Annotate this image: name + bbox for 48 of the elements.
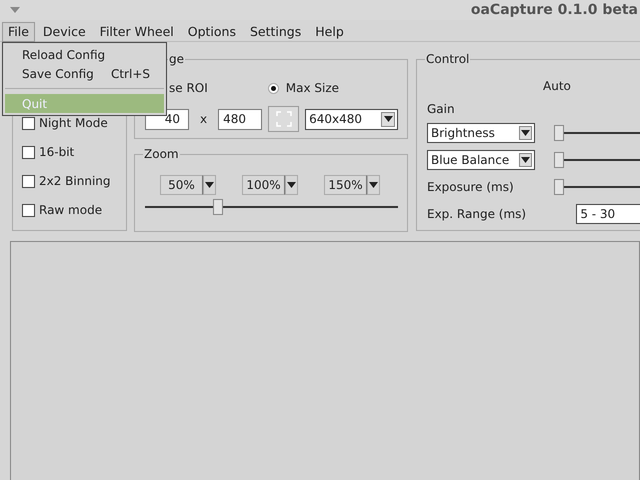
checkbox-label: Raw mode xyxy=(39,202,102,219)
radio-label: se ROI xyxy=(169,80,208,97)
zoom-menu-button[interactable] xyxy=(203,175,216,195)
zoom-preset-button[interactable]: 50% xyxy=(160,175,203,195)
slider-thumb[interactable] xyxy=(554,125,564,141)
menu-entry[interactable]: Reload Config xyxy=(5,45,164,64)
zoom-menu-button[interactable] xyxy=(367,175,380,195)
checkbox[interactable] xyxy=(22,116,35,130)
menu-item[interactable]: Device xyxy=(36,22,92,42)
slider-thumb[interactable] xyxy=(213,199,224,215)
dropdown-arrow-icon xyxy=(287,182,296,188)
zoom-menu-button[interactable] xyxy=(285,175,298,195)
exposure-range-field[interactable]: 5 - 30 xyxy=(576,204,640,224)
menu-item[interactable]: Settings xyxy=(244,22,308,42)
dropdown-arrow-icon xyxy=(521,157,530,163)
checkbox-label: 16-bit xyxy=(39,144,74,161)
menu-item[interactable]: File xyxy=(2,22,35,42)
dropdown-arrow-icon xyxy=(205,182,214,188)
resolution-dropdown[interactable]: 640x480 xyxy=(305,108,398,130)
menu-entry[interactable]: Save Config Ctrl+S xyxy=(5,64,164,83)
control-label: Exp. Range (ms) xyxy=(427,207,526,221)
fullscreen-button[interactable] xyxy=(268,106,300,132)
checkbox[interactable] xyxy=(22,146,35,158)
gain-label: Gain xyxy=(427,101,456,118)
control-dropdown[interactable]: Blue Balance xyxy=(427,150,535,170)
checkbox-label: 2x2 Binning xyxy=(39,173,111,190)
checkbox-label: Night Mode xyxy=(39,115,108,132)
corners-icon xyxy=(276,111,292,127)
checkbox[interactable] xyxy=(22,204,35,216)
radio-button[interactable] xyxy=(268,82,279,94)
radio-label: Max Size xyxy=(286,80,340,97)
menu-item[interactable]: Filter Wheel xyxy=(94,22,180,42)
window-title: oaCapture 0.1.0 beta xyxy=(470,0,638,20)
dropdown-arrow-icon xyxy=(384,116,393,122)
checkbox[interactable] xyxy=(22,174,35,188)
zoom-preset-button[interactable]: 100% xyxy=(242,175,285,195)
zoom-preset-button[interactable]: 150% xyxy=(324,175,367,195)
x-label: x xyxy=(200,111,208,128)
auto-header: Auto xyxy=(543,78,572,95)
slider-thumb[interactable] xyxy=(554,152,564,168)
dropdown-arrow-icon xyxy=(369,182,378,188)
control-dropdown[interactable]: Brightness xyxy=(427,123,535,143)
control-label: Exposure (ms) xyxy=(427,180,514,194)
slider-thumb[interactable] xyxy=(554,179,564,195)
dropdown-arrow-icon xyxy=(521,130,530,136)
height-field[interactable]: 480 xyxy=(218,108,262,130)
menu-item[interactable]: Options xyxy=(182,22,242,42)
menu-item[interactable]: Help xyxy=(309,22,350,42)
